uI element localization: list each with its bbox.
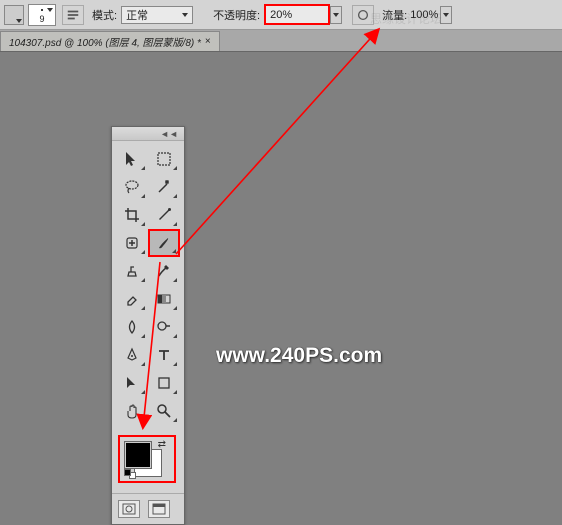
shape-tool[interactable] xyxy=(148,369,180,397)
tool-preset-picker[interactable] xyxy=(4,5,24,25)
healing-brush-tool[interactable] xyxy=(116,229,148,257)
opacity-value: 20% xyxy=(270,9,292,21)
annotation-overlay xyxy=(0,0,562,525)
color-swatch-highlight: ⇄ xyxy=(118,435,176,483)
crop-tool[interactable] xyxy=(116,201,148,229)
document-tab[interactable]: 104307.psd @ 100% (图层 4, 图层蒙版/8) * × xyxy=(0,31,220,51)
close-tab-icon[interactable]: × xyxy=(205,36,211,47)
screen-mode-toggle[interactable] xyxy=(148,500,170,518)
hand-tool[interactable] xyxy=(116,397,148,425)
brush-panel-toggle[interactable] xyxy=(62,5,84,25)
lasso-tool[interactable] xyxy=(116,173,148,201)
opacity-input[interactable]: 20% xyxy=(264,4,330,25)
brush-size-value: 9 xyxy=(39,14,44,24)
flow-dropdown[interactable] xyxy=(440,6,452,24)
collapse-icon: ◄◄ xyxy=(160,129,178,139)
watermark-text: www.240PS.com xyxy=(216,344,382,368)
magic-wand-tool[interactable] xyxy=(148,173,180,201)
path-selection-tool[interactable] xyxy=(116,369,148,397)
gradient-tool[interactable] xyxy=(148,285,180,313)
tools-panel-header[interactable]: ◄◄ xyxy=(112,127,184,141)
default-colors-icon[interactable] xyxy=(124,469,136,479)
eyedropper-tool[interactable] xyxy=(148,201,180,229)
document-tab-title: 104307.psd @ 100% (图层 4, 图层蒙版/8) * xyxy=(9,34,201,49)
document-tab-bar: 104307.psd @ 100% (图层 4, 图层蒙版/8) * × xyxy=(0,30,562,52)
foreground-color[interactable] xyxy=(124,441,152,469)
opacity-label: 不透明度: xyxy=(213,7,260,23)
zoom-tool[interactable] xyxy=(148,397,180,425)
watermark-forum: 思缘设计论坛 xyxy=(370,10,442,27)
clone-stamp-tool[interactable] xyxy=(116,257,148,285)
quickmask-toggle[interactable] xyxy=(118,500,140,518)
type-tool[interactable] xyxy=(148,341,180,369)
foreground-background-swatch[interactable]: ⇄ xyxy=(124,441,162,477)
swap-colors-icon[interactable]: ⇄ xyxy=(158,439,166,450)
brush-tool[interactable] xyxy=(148,229,180,257)
opacity-dropdown[interactable] xyxy=(330,6,342,24)
tools-panel: ◄◄ ⇄ xyxy=(111,126,185,525)
blend-mode-label: 模式: xyxy=(92,7,117,23)
options-bar: 9 模式: 正常 不透明度: 20% 流量: 100% xyxy=(0,0,562,30)
history-brush-tool[interactable] xyxy=(148,257,180,285)
blend-mode-select[interactable]: 正常 xyxy=(121,6,193,24)
move-tool[interactable] xyxy=(116,145,148,173)
tools-grid xyxy=(112,141,184,429)
blur-tool[interactable] xyxy=(116,313,148,341)
brush-dot-icon xyxy=(41,9,43,11)
pen-tool[interactable] xyxy=(116,341,148,369)
blend-mode-value: 正常 xyxy=(126,7,148,23)
brush-preset-picker[interactable]: 9 xyxy=(28,4,56,26)
dodge-tool[interactable] xyxy=(148,313,180,341)
eraser-tool[interactable] xyxy=(116,285,148,313)
marquee-tool[interactable] xyxy=(148,145,180,173)
screen-mode-row xyxy=(112,493,184,524)
color-swatch-area: ⇄ xyxy=(112,429,184,487)
